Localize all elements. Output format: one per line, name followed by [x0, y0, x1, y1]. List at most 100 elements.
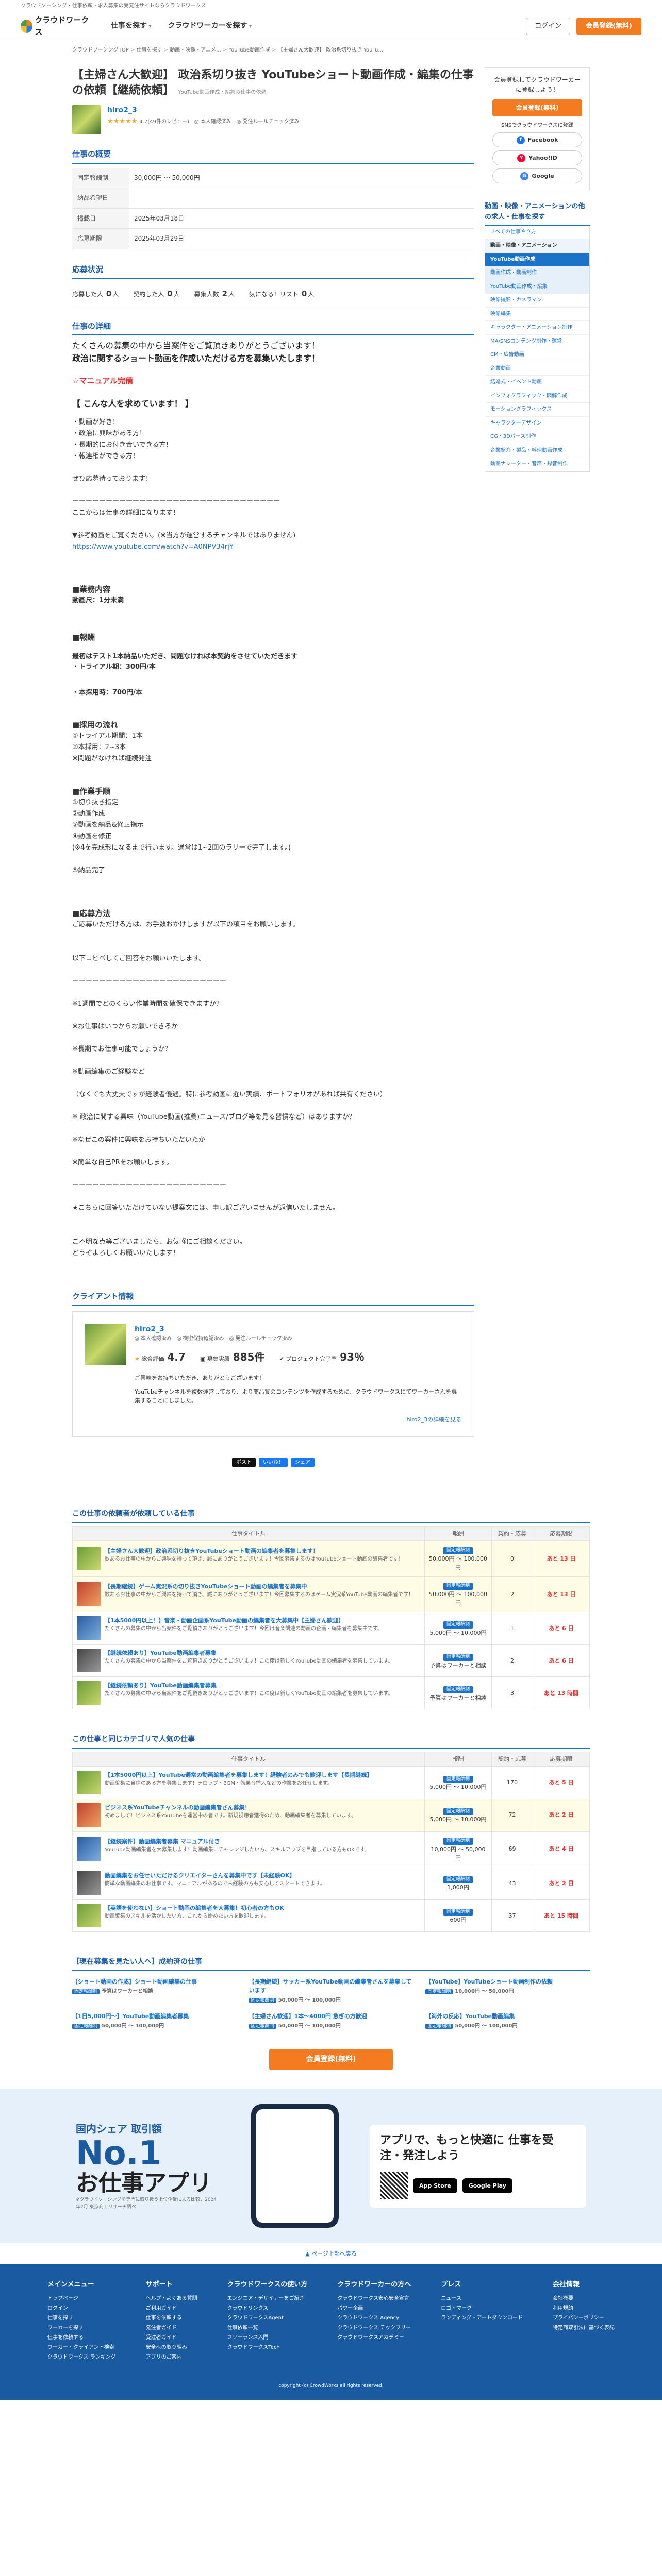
- google-signup[interactable]: G Google: [492, 168, 582, 184]
- footer-link[interactable]: ロゴ・マーク: [441, 2303, 523, 2313]
- footer-link[interactable]: クラウドワークスアカデミー: [337, 2333, 411, 2343]
- job-category[interactable]: YouTube動画作成・編集の仕事の依頼: [178, 90, 267, 95]
- job-thumbnail[interactable]: [77, 1547, 101, 1571]
- sidebar-category-item[interactable]: 動画作成・動画制作: [485, 266, 589, 280]
- sidebar-category-item[interactable]: すべての仕事やり方: [485, 226, 589, 240]
- footer-link[interactable]: クラウドワークス ランキング: [47, 2352, 116, 2362]
- page-top-link[interactable]: ▲ ページ上部へ戻る: [0, 2243, 662, 2264]
- client-avatar-large[interactable]: [85, 1324, 126, 1365]
- footer-link[interactable]: 会社概要: [553, 2294, 615, 2303]
- closed-job-title[interactable]: 【主婦さん歓迎】1本〜4000円 急ぎの方歓迎: [249, 2012, 413, 2021]
- job-thumbnail[interactable]: [77, 1904, 101, 1928]
- like-button[interactable]: いいね！: [259, 1457, 288, 1468]
- closed-job-title[interactable]: 【1日5,000円〜】YouTube動画編集者募集: [72, 2012, 237, 2021]
- client-detail-link[interactable]: hiro2_3の詳細を見る: [85, 1415, 461, 1424]
- sidebar-category-item[interactable]: 映像撮影・カメラマン: [485, 294, 589, 308]
- footer-link[interactable]: ログイン: [47, 2303, 116, 2313]
- job-title-link[interactable]: ビジネス系YouTubeチャンネルの動画編集者さん募集！: [105, 1803, 356, 1812]
- job-title-link[interactable]: 【継続依頼あり】YouTube動画編集者募集: [105, 1649, 393, 1657]
- sidebar-category-item[interactable]: CG・3Dパース制作: [485, 430, 589, 444]
- app-store-button[interactable]: App Store: [413, 2178, 457, 2193]
- closed-job-title[interactable]: 【YouTube】YouTubeショート動画制作の依頼: [425, 1977, 590, 1986]
- footer-link[interactable]: クラウドワークス安心安全宣言: [337, 2294, 411, 2303]
- nav-find-jobs[interactable]: 仕事を探す: [111, 21, 152, 32]
- sidebar-category-item[interactable]: 結婚式・イベント動画: [485, 376, 589, 389]
- job-title-link[interactable]: 【長期継続】ゲーム実況系の切り抜きYouTubeショート動画の編集者を募集中: [105, 1582, 413, 1591]
- job-thumbnail[interactable]: [77, 1616, 101, 1640]
- closed-job-title[interactable]: 【ショート動画の作成】ショート動画編集の仕事: [72, 1977, 237, 1986]
- sidebar-category-item[interactable]: キャラクターデザイン: [485, 417, 589, 431]
- footer-link[interactable]: エンジニア・デザイナーをご紹介: [227, 2294, 308, 2303]
- reference-video-link[interactable]: https://www.youtube.com/watch?v=A0NPV34r…: [72, 542, 474, 552]
- footer-link[interactable]: 仕事を探す: [47, 2313, 116, 2323]
- sidebar-category-item[interactable]: モーショングラフィックス: [485, 403, 589, 417]
- facebook-signup[interactable]: f Facebook: [492, 132, 582, 148]
- job-title-link[interactable]: 【主婦さん大歓迎】政治系切り抜きYouTubeショート動画の編集者を募集します！: [105, 1547, 403, 1555]
- footer-link[interactable]: クラウドワークス Agency: [337, 2313, 411, 2323]
- footer-link[interactable]: 仕事依頼一覧: [227, 2323, 308, 2333]
- footer-link[interactable]: フリーランス入門: [227, 2333, 308, 2343]
- closed-job-title[interactable]: 【長期継続】サッカー系YouTube動画の編集者さんを募集しています: [249, 1977, 413, 1995]
- sidebar-category-item[interactable]: CM・広告動画: [485, 348, 589, 362]
- login-button[interactable]: ログイン: [526, 17, 571, 36]
- job-title-link[interactable]: 【継続依頼あり】YouTube動画編集者募集: [105, 1681, 393, 1690]
- job-title-link[interactable]: 【1本5000円以上】YouTube通常の動画編集者を募集します！経験者のみでも…: [105, 1771, 372, 1780]
- site-logo[interactable]: クラウドワークス: [21, 15, 90, 37]
- x-post-button[interactable]: ポスト: [232, 1457, 256, 1468]
- nav-find-workers[interactable]: クラウドワーカーを探す: [168, 21, 252, 32]
- sidebar-category-item[interactable]: 動画ナレーター・音声・録音制作: [485, 457, 589, 471]
- footer-link[interactable]: 仕事を依頼する: [47, 2333, 116, 2343]
- closed-job-title[interactable]: 【海外の反応】YouTube動画編集: [425, 2012, 590, 2021]
- job-thumbnail[interactable]: [77, 1681, 101, 1705]
- google-play-button[interactable]: Google Play: [462, 2178, 512, 2193]
- footer-link[interactable]: クラウドリンクス: [227, 2303, 308, 2313]
- footer-link[interactable]: アプリのご案内: [146, 2352, 197, 2362]
- sidebar-category-item[interactable]: 映像編集: [485, 308, 589, 321]
- sidebar-category-item[interactable]: インフォグラフィック・図解作成: [485, 389, 589, 403]
- bottom-signup-button[interactable]: 会員登録(無料): [269, 2048, 393, 2071]
- footer-link[interactable]: クラウドワークス テックフリー: [337, 2323, 411, 2333]
- signup-button[interactable]: 会員登録(無料): [576, 17, 641, 36]
- job-thumbnail[interactable]: [77, 1582, 101, 1606]
- job-thumbnail[interactable]: [77, 1649, 101, 1673]
- job-title-link[interactable]: 【英語を使わない】ショート動画の編集者を大募集！初心者の方もOK: [105, 1904, 284, 1912]
- sidebar-signup-button[interactable]: 会員登録(無料): [492, 99, 582, 116]
- footer-link[interactable]: プライバシーポリシー: [553, 2313, 615, 2323]
- sidebar-category-item[interactable]: 企業動画: [485, 362, 589, 376]
- client-avatar[interactable]: [72, 105, 101, 134]
- footer-link[interactable]: 発注者ガイド: [146, 2323, 197, 2333]
- footer-link[interactable]: 仕事を依頼する: [146, 2313, 197, 2323]
- footer-link[interactable]: クラウドワークスAgent: [227, 2313, 308, 2323]
- footer-link[interactable]: ワーカー・クライアント検索: [47, 2343, 116, 2352]
- breadcrumb-item[interactable]: クラウドソーシングTOP: [72, 47, 129, 53]
- job-thumbnail[interactable]: [77, 1803, 101, 1827]
- sidebar-category-item[interactable]: YouTube動画作成・編集: [485, 280, 589, 294]
- job-title-link[interactable]: 【継続案件】動画編集者募集 マニュアル付き: [105, 1837, 370, 1846]
- footer-link[interactable]: ヘルプ・よくある質問: [146, 2294, 197, 2303]
- client-name[interactable]: hiro2_3: [135, 1324, 365, 1335]
- footer-link[interactable]: ワーカーを探す: [47, 2323, 116, 2333]
- job-thumbnail[interactable]: [77, 1837, 101, 1861]
- sidebar-category-item[interactable]: キャラクター・アニメーション制作: [485, 321, 589, 335]
- breadcrumb-item[interactable]: YouTube動画作成: [221, 47, 270, 53]
- breadcrumb-item[interactable]: 動画・映像・アニメ...: [162, 47, 221, 53]
- footer-link[interactable]: トップページ: [47, 2294, 116, 2303]
- sidebar-category-item[interactable]: MA/SNSコンテンツ制作・運営: [485, 335, 589, 349]
- footer-link[interactable]: ニュース: [441, 2294, 523, 2303]
- breadcrumb-item[interactable]: 仕事を探す: [129, 47, 162, 53]
- sidebar-category-item[interactable]: YouTube動画作成: [485, 252, 589, 267]
- footer-link[interactable]: 特定商取引法に基づく表記: [553, 2323, 615, 2333]
- footer-link[interactable]: ご利用ガイド: [146, 2303, 197, 2313]
- client-name[interactable]: hiro2_3: [107, 105, 300, 116]
- share-button[interactable]: シェア: [291, 1457, 315, 1468]
- job-thumbnail[interactable]: [77, 1871, 101, 1895]
- job-thumbnail[interactable]: [77, 1771, 101, 1794]
- footer-link[interactable]: 安全への取り組み: [146, 2343, 197, 2352]
- footer-link[interactable]: パワー企画: [337, 2303, 411, 2313]
- job-title-link[interactable]: 動画編集をお任せいただけるクリエイターさんを募集中です【未経験OK】: [105, 1871, 325, 1880]
- footer-link[interactable]: 利用規約: [553, 2303, 615, 2313]
- sidebar-category-item[interactable]: 企業紹介・製品・料理動画作成: [485, 444, 589, 458]
- footer-link[interactable]: 受注者ガイド: [146, 2333, 197, 2343]
- sidebar-category-item[interactable]: 動画・映像・アニメーション: [485, 239, 589, 253]
- job-title-link[interactable]: 【1本5000円以上！】音楽・動画企画系YouTube動画の編集者を大募集中【主…: [105, 1616, 383, 1625]
